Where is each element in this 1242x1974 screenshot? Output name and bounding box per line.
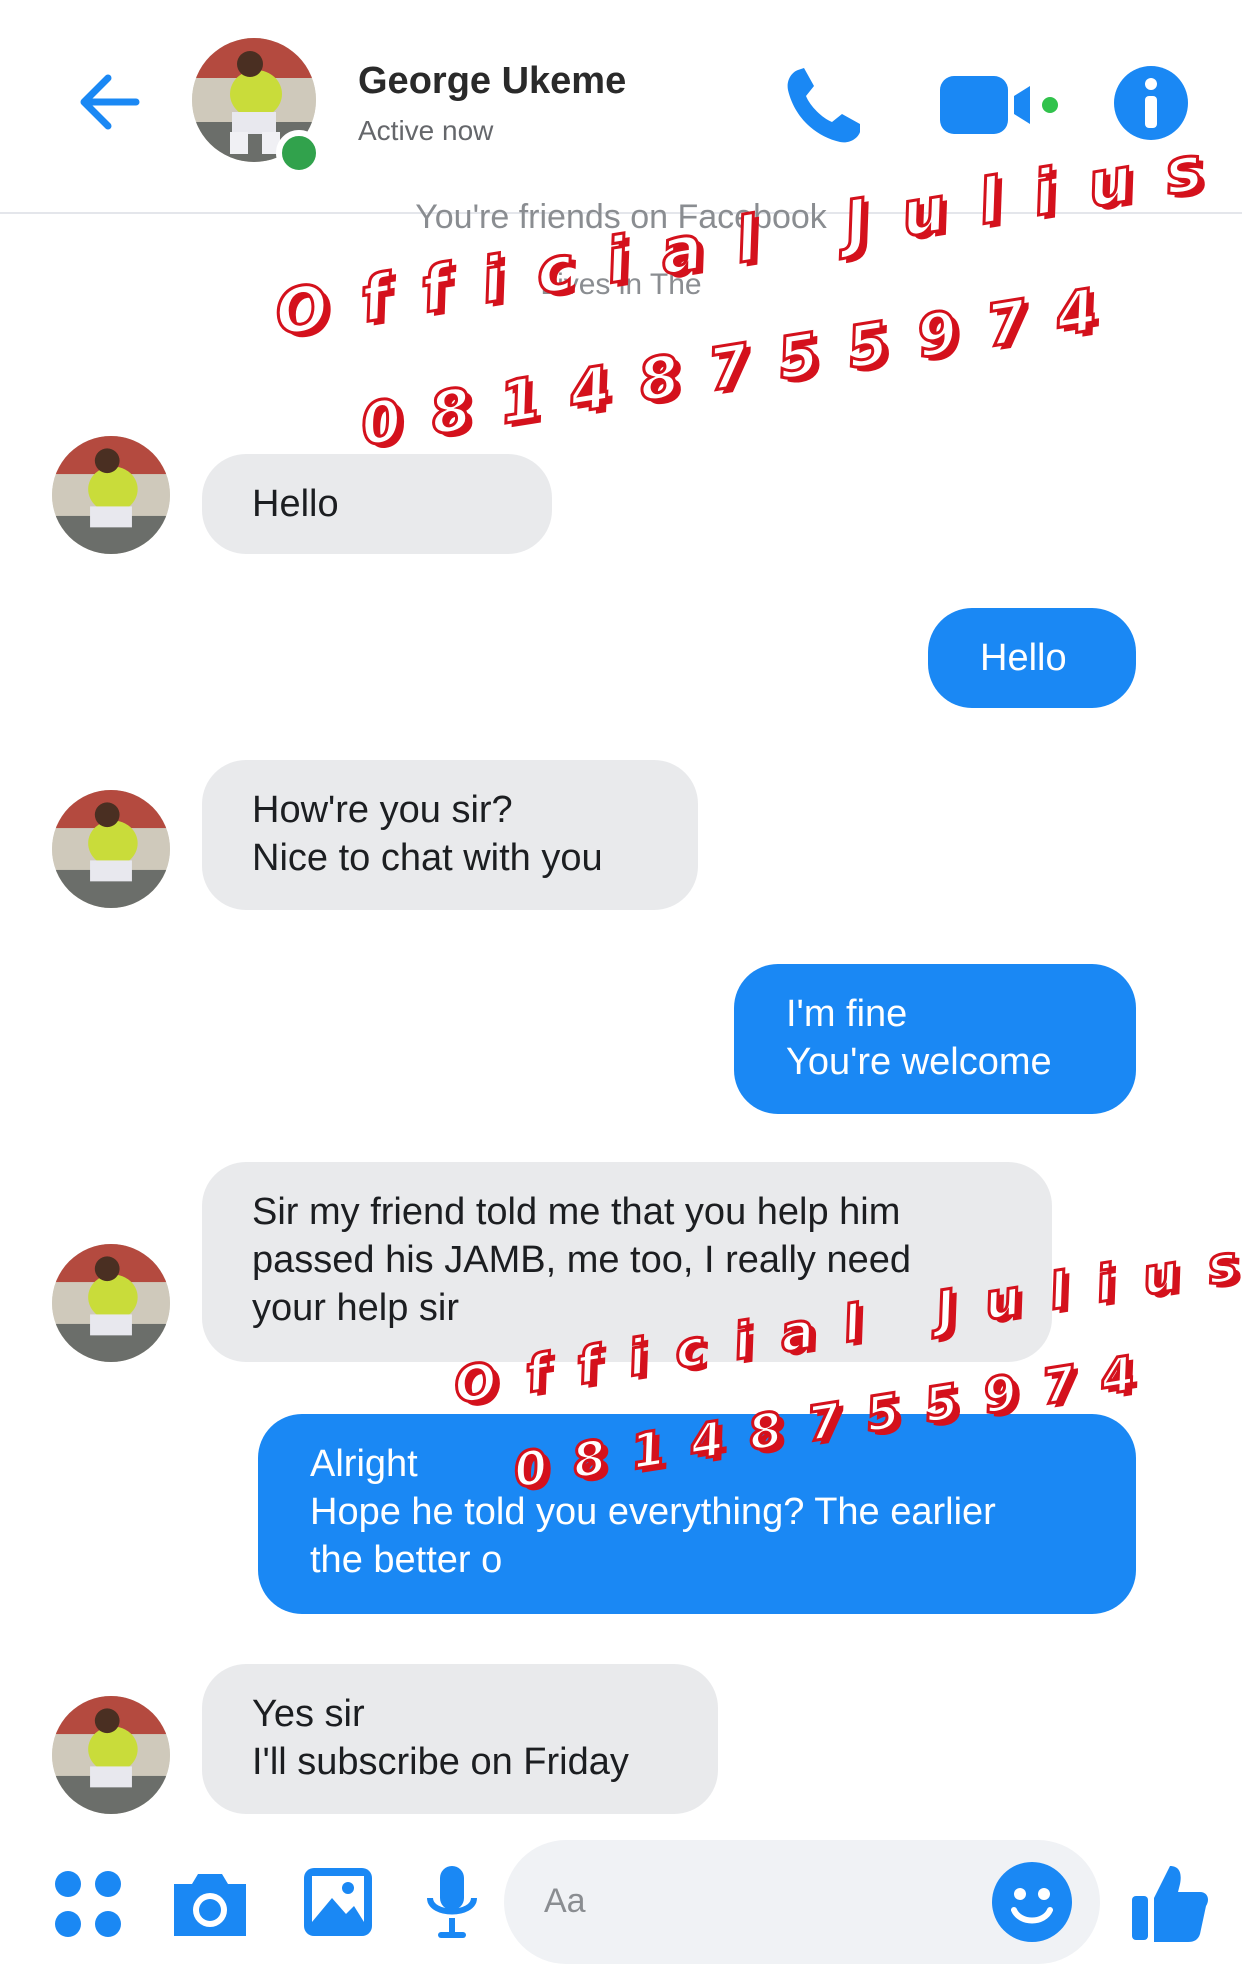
video-call-icon[interactable] [938, 70, 1068, 140]
message-text: How're you sir? [252, 789, 513, 831]
microphone-icon[interactable] [424, 1862, 480, 1944]
message-text: Nice to chat with you [252, 837, 603, 879]
message-text: I'll subscribe on Friday [252, 1741, 629, 1783]
message-text: the better o [310, 1539, 503, 1581]
message-input-placeholder: Aa [544, 1882, 586, 1920]
message-avatar[interactable] [52, 790, 170, 908]
incoming-message[interactable]: How're you sir? Nice to chat with you [202, 760, 698, 910]
info-icon[interactable] [1112, 64, 1190, 142]
message-text: Hope he told you everything? The earlier [310, 1491, 996, 1533]
message-text: Hello [980, 637, 1067, 679]
active-status: Active now [358, 115, 494, 146]
incoming-message[interactable]: Hello [202, 454, 552, 554]
message-text: Alright [310, 1443, 418, 1485]
message-text: your help sir [252, 1287, 459, 1329]
gallery-icon[interactable] [300, 1864, 376, 1940]
contact-name[interactable]: George Ukeme [358, 60, 626, 103]
message-avatar[interactable] [52, 1244, 170, 1362]
emoji-icon[interactable] [990, 1860, 1074, 1944]
message-text: Sir my friend told me that you help him [252, 1191, 901, 1233]
message-text: Yes sir [252, 1693, 365, 1735]
friends-note: You're friends on Facebook [415, 198, 827, 236]
outgoing-message[interactable]: Alright Hope he told you everything? The… [258, 1414, 1136, 1614]
outgoing-message[interactable]: I'm fine You're welcome [734, 964, 1136, 1114]
outgoing-message[interactable]: Hello [928, 608, 1136, 708]
camera-icon[interactable] [168, 1868, 252, 1940]
incoming-message[interactable]: Yes sir I'll subscribe on Friday [202, 1664, 718, 1814]
chat-header: George Ukeme Active now [0, 0, 1242, 214]
message-text: I'm fine [786, 993, 908, 1035]
online-indicator [276, 130, 322, 176]
message-text: passed his JAMB, me too, I really need [252, 1239, 911, 1281]
message-avatar[interactable] [52, 436, 170, 554]
thumbs-up-icon[interactable] [1128, 1860, 1212, 1944]
phone-icon[interactable] [780, 60, 868, 148]
lives-in-note: Lives in The [540, 268, 702, 301]
message-text: Hello [252, 483, 339, 525]
apps-icon[interactable] [52, 1868, 124, 1940]
back-arrow-icon[interactable] [70, 62, 150, 142]
incoming-message[interactable]: Sir my friend told me that you help him … [202, 1162, 1052, 1362]
message-avatar[interactable] [52, 1696, 170, 1814]
message-text: You're welcome [786, 1041, 1052, 1083]
